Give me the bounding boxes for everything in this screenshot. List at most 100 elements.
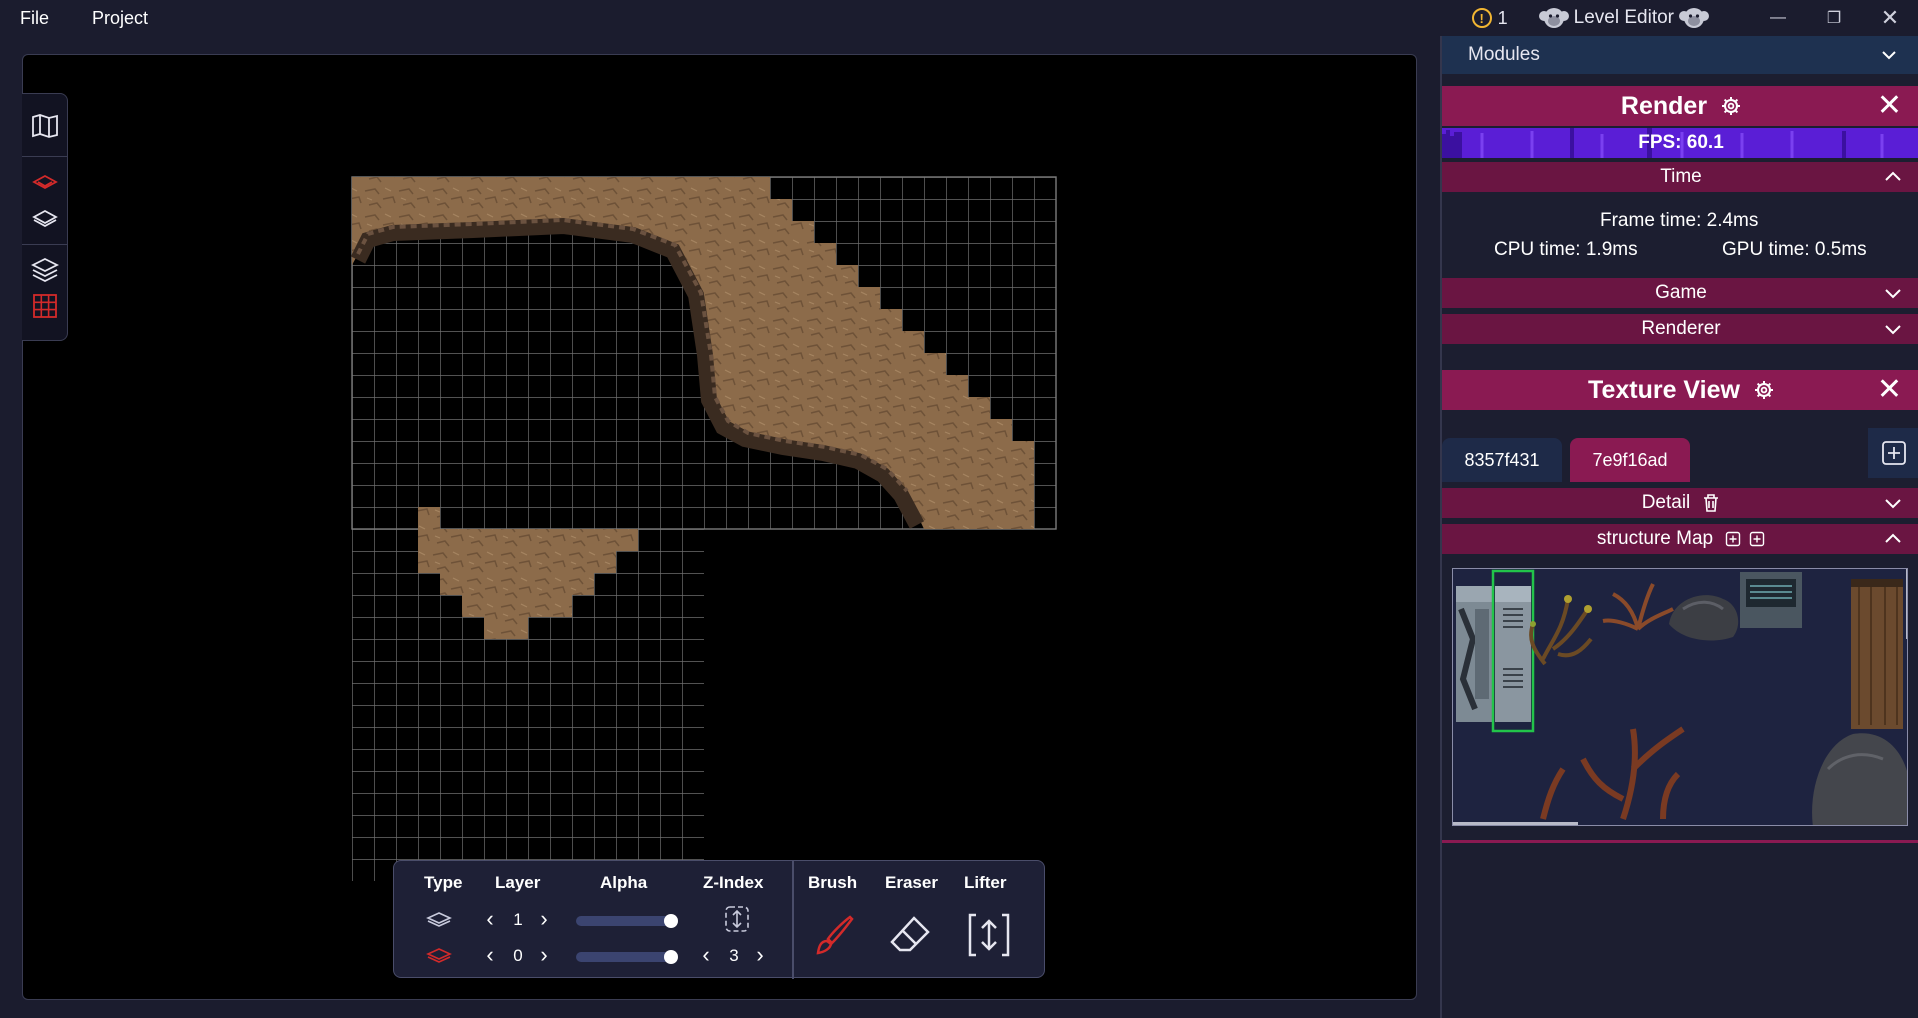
texture-view-footer-line bbox=[1442, 840, 1918, 843]
alpha-slider-bottom[interactable] bbox=[576, 950, 678, 964]
rock-sprite[interactable] bbox=[1669, 595, 1739, 641]
slider-knob[interactable] bbox=[664, 950, 678, 964]
app-title: Level Editor bbox=[1538, 4, 1710, 32]
tool-panel-divider bbox=[792, 861, 794, 979]
layer-bottom-value: 0 bbox=[513, 946, 523, 965]
close-window-button[interactable]: ✕ bbox=[1862, 0, 1918, 36]
renderer-section-header[interactable]: Renderer bbox=[1442, 314, 1918, 344]
texture-atlas[interactable] bbox=[1452, 568, 1908, 826]
restore-button[interactable]: ❐ bbox=[1806, 0, 1862, 36]
boulder-sprite[interactable] bbox=[1812, 733, 1908, 826]
wood-pillar-sprite[interactable] bbox=[1851, 579, 1903, 729]
texture-view-title: Texture View bbox=[1588, 375, 1740, 404]
gear-icon[interactable] bbox=[1754, 380, 1774, 400]
minimize-button[interactable]: — bbox=[1750, 0, 1806, 36]
add-box-icon[interactable] bbox=[1725, 531, 1741, 547]
monkey-logo-icon bbox=[1538, 8, 1569, 28]
plant-sprite[interactable] bbox=[1529, 595, 1593, 666]
texture-tab-1[interactable]: 8357f431 bbox=[1442, 438, 1562, 482]
level-canvas[interactable] bbox=[23, 55, 1417, 1000]
add-box-icon[interactable] bbox=[1749, 531, 1765, 547]
brush-label: Brush bbox=[808, 873, 858, 892]
grid-toggle-button[interactable] bbox=[31, 292, 59, 320]
layer-top-prev-button[interactable]: ‹ bbox=[480, 906, 500, 931]
eraser-tool-icon[interactable] bbox=[888, 913, 932, 957]
time-section-header[interactable]: Time bbox=[1442, 162, 1918, 192]
horizontal-scrollbar[interactable] bbox=[1453, 822, 1578, 825]
brush-tool-icon[interactable] bbox=[812, 913, 856, 957]
layer-type-bottom-icon[interactable] bbox=[426, 947, 452, 963]
layer-stack-button[interactable] bbox=[31, 256, 59, 284]
menu-file[interactable]: File bbox=[0, 8, 72, 29]
restore-icon: ❐ bbox=[1826, 10, 1842, 27]
game-label: Game bbox=[1655, 282, 1707, 303]
level-viewport[interactable] bbox=[22, 54, 1417, 1000]
gear-icon[interactable] bbox=[1721, 96, 1741, 116]
close-icon: ✕ bbox=[1880, 5, 1900, 30]
view-toolbar bbox=[22, 93, 68, 341]
modules-bar[interactable]: Modules bbox=[1442, 36, 1918, 74]
lifter-tool-icon[interactable] bbox=[966, 911, 1012, 959]
zindex-prev-button[interactable]: ‹ bbox=[696, 942, 716, 967]
render-close-button[interactable]: ✕ bbox=[1877, 91, 1902, 121]
layers-icon bbox=[32, 209, 58, 227]
zindex-lift-icon[interactable] bbox=[724, 905, 750, 933]
stack-icon bbox=[31, 257, 59, 283]
layer-bottom-next-button[interactable]: › bbox=[534, 942, 554, 967]
texture-atlas-sprites bbox=[1453, 569, 1908, 826]
fps-readout: FPS: 60.1 bbox=[1638, 132, 1724, 153]
grid-icon bbox=[33, 294, 57, 318]
warning-count: 1 bbox=[1497, 7, 1508, 28]
render-title: Render bbox=[1620, 91, 1708, 120]
zindex-next-button[interactable]: › bbox=[750, 942, 770, 967]
zindex-label: Z-Index bbox=[703, 873, 764, 892]
game-section-header[interactable]: Game bbox=[1442, 278, 1918, 308]
add-box-icon bbox=[1882, 441, 1906, 465]
terminal-sprite[interactable] bbox=[1740, 572, 1802, 628]
warning-indicator[interactable]: ! 1 bbox=[1471, 7, 1508, 29]
alpha-slider-top[interactable] bbox=[576, 914, 678, 928]
locker-sprite[interactable] bbox=[1456, 586, 1492, 722]
chevron-down-icon bbox=[1882, 51, 1896, 60]
lifter-label: Lifter bbox=[964, 873, 1007, 892]
render-header: Render ✕ bbox=[1442, 86, 1918, 126]
trash-icon[interactable] bbox=[1702, 493, 1720, 513]
locker-sprite-selected[interactable] bbox=[1491, 569, 1535, 733]
eraser-label: Eraser bbox=[885, 873, 938, 892]
layer-top-value: 1 bbox=[513, 910, 523, 929]
layer-red-icon bbox=[32, 174, 58, 190]
chevron-up-icon bbox=[1885, 171, 1901, 181]
branch-sprite[interactable] bbox=[1540, 726, 1685, 820]
modules-panel: Modules Render ✕ FPS: 60.1 Time Frame ti… bbox=[1440, 36, 1918, 1018]
frame-time: Frame time: 2.4ms bbox=[1600, 210, 1759, 231]
structure-map-label: structure Map bbox=[1596, 528, 1714, 549]
slider-knob[interactable] bbox=[664, 914, 678, 928]
layer-type-top-icon[interactable] bbox=[426, 911, 452, 927]
warning-icon: ! bbox=[1471, 8, 1492, 28]
menu-project[interactable]: Project bbox=[72, 8, 171, 29]
coral-sprite[interactable] bbox=[1602, 583, 1674, 631]
texture-view-close-button[interactable]: ✕ bbox=[1877, 375, 1902, 405]
title-right: ! 1 Level Editor — ❐ ✕ bbox=[1471, 0, 1918, 36]
chevron-down-icon bbox=[1885, 325, 1901, 335]
renderer-label: Renderer bbox=[1641, 318, 1721, 339]
type-label: Type bbox=[424, 873, 463, 892]
texture-tab-2-active[interactable]: 7e9f16ad bbox=[1570, 438, 1690, 482]
detail-label: Detail bbox=[1641, 492, 1691, 513]
layer-top-next-button[interactable]: › bbox=[534, 906, 554, 931]
monkey-logo-icon bbox=[1679, 8, 1709, 28]
layer-bottom-prev-button[interactable]: ‹ bbox=[480, 942, 500, 967]
structure-map-header[interactable]: structure Map bbox=[1442, 524, 1918, 554]
fps-graph: FPS: 60.1 bbox=[1442, 128, 1918, 158]
layer-bottom-toggle[interactable] bbox=[31, 168, 59, 196]
detail-section-header[interactable]: Detail bbox=[1442, 488, 1918, 518]
layer-top-toggle[interactable] bbox=[31, 204, 59, 232]
map-view-button[interactable] bbox=[31, 112, 59, 140]
alpha-label: Alpha bbox=[600, 873, 648, 892]
modules-label: Modules bbox=[1468, 44, 1540, 65]
vertical-scrollbar[interactable] bbox=[1906, 569, 1908, 639]
chevron-down-icon bbox=[1885, 289, 1901, 299]
chevron-up-icon bbox=[1885, 533, 1901, 543]
minimize-icon: — bbox=[1770, 9, 1786, 26]
add-texture-button[interactable] bbox=[1868, 428, 1918, 478]
